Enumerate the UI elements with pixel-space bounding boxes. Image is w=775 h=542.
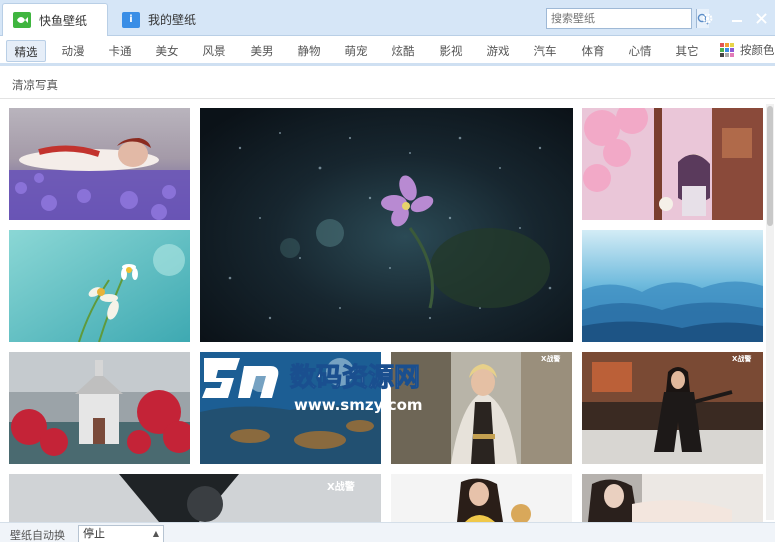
search-box: [546, 8, 709, 29]
auto-change-select[interactable]: 停止 ▲: [78, 525, 164, 542]
search-input[interactable]: [547, 9, 696, 28]
category-item[interactable]: 体育: [574, 40, 612, 62]
minimize-icon: [732, 20, 742, 22]
info-book-icon: i: [122, 11, 140, 28]
wallpaper-thumbnail[interactable]: [391, 474, 572, 522]
fish-logo-icon: [13, 12, 31, 28]
close-button[interactable]: [752, 9, 770, 27]
category-item[interactable]: 静物: [290, 40, 328, 62]
wallpaper-thumbnail[interactable]: [582, 474, 763, 522]
category-item[interactable]: 风景: [195, 40, 233, 62]
category-item[interactable]: 心情: [621, 40, 659, 62]
tab-label: 我的壁纸: [148, 13, 197, 27]
category-item[interactable]: 动漫: [54, 40, 92, 62]
wallpaper-thumbnail[interactable]: [582, 108, 763, 220]
wallpaper-thumbnail[interactable]: [582, 230, 763, 342]
wallpaper-thumbnail[interactable]: [9, 108, 190, 220]
sort-by-color-button[interactable]: 按颜色: [720, 42, 775, 58]
wallpaper-thumbnail[interactable]: X战警: [9, 474, 381, 522]
svg-text:X战警: X战警: [732, 354, 751, 363]
category-item[interactable]: 美女: [148, 40, 186, 62]
category-item[interactable]: 汽车: [526, 40, 564, 62]
watermark-url: www.smzy.com: [294, 396, 423, 414]
auto-change-value: 停止: [83, 527, 105, 540]
scrollbar-thumb[interactable]: [767, 106, 773, 226]
category-item[interactable]: 萌宠: [337, 40, 375, 62]
divider: [0, 98, 775, 99]
status-bar: 壁纸自动换 停止 ▲: [0, 522, 775, 542]
category-item[interactable]: 卡通: [101, 40, 139, 62]
category-item[interactable]: 其它: [668, 40, 706, 62]
category-item[interactable]: 影视: [432, 40, 470, 62]
wallpaper-thumbnail[interactable]: [200, 108, 573, 342]
section-title: 清凉写真: [12, 78, 58, 92]
svg-text:X战警: X战警: [327, 480, 355, 493]
wallpaper-thumbnail[interactable]: [9, 230, 190, 342]
category-item[interactable]: 炫酷: [384, 40, 422, 62]
minimize-button[interactable]: [728, 9, 746, 27]
close-icon: [755, 12, 767, 24]
tab-kuaiyu-wallpaper[interactable]: 快鱼壁纸: [2, 3, 108, 36]
svg-text:X战警: X战警: [541, 354, 560, 363]
auto-change-label: 壁纸自动换: [10, 529, 65, 542]
gear-icon: [702, 13, 712, 23]
caret-up-icon: ▲: [152, 529, 159, 538]
watermark-title: 数码资源网: [290, 363, 420, 393]
category-bar: 精选 动漫 卡通 美女 风景 美男 静物 萌宠 炫酷 影视 游戏 汽车 体育 心…: [0, 36, 775, 66]
category-item[interactable]: 游戏: [479, 40, 517, 62]
category-item[interactable]: 美男: [243, 40, 281, 62]
tab-label: 快鱼壁纸: [39, 13, 88, 28]
watermark: 数码资源网 www.smzy.com: [200, 352, 450, 418]
tab-my-wallpaper[interactable]: i 我的壁纸: [112, 3, 208, 36]
wallpaper-thumbnail[interactable]: X战警: [582, 352, 763, 464]
title-bar: 快鱼壁纸 i 我的壁纸: [0, 0, 775, 36]
settings-button[interactable]: [698, 9, 716, 27]
scrollbar[interactable]: [766, 104, 774, 520]
color-grid-icon: [720, 43, 734, 57]
sort-label: 按颜色: [740, 43, 775, 57]
category-item[interactable]: 精选: [6, 40, 46, 62]
wallpaper-thumbnail[interactable]: [9, 352, 190, 464]
